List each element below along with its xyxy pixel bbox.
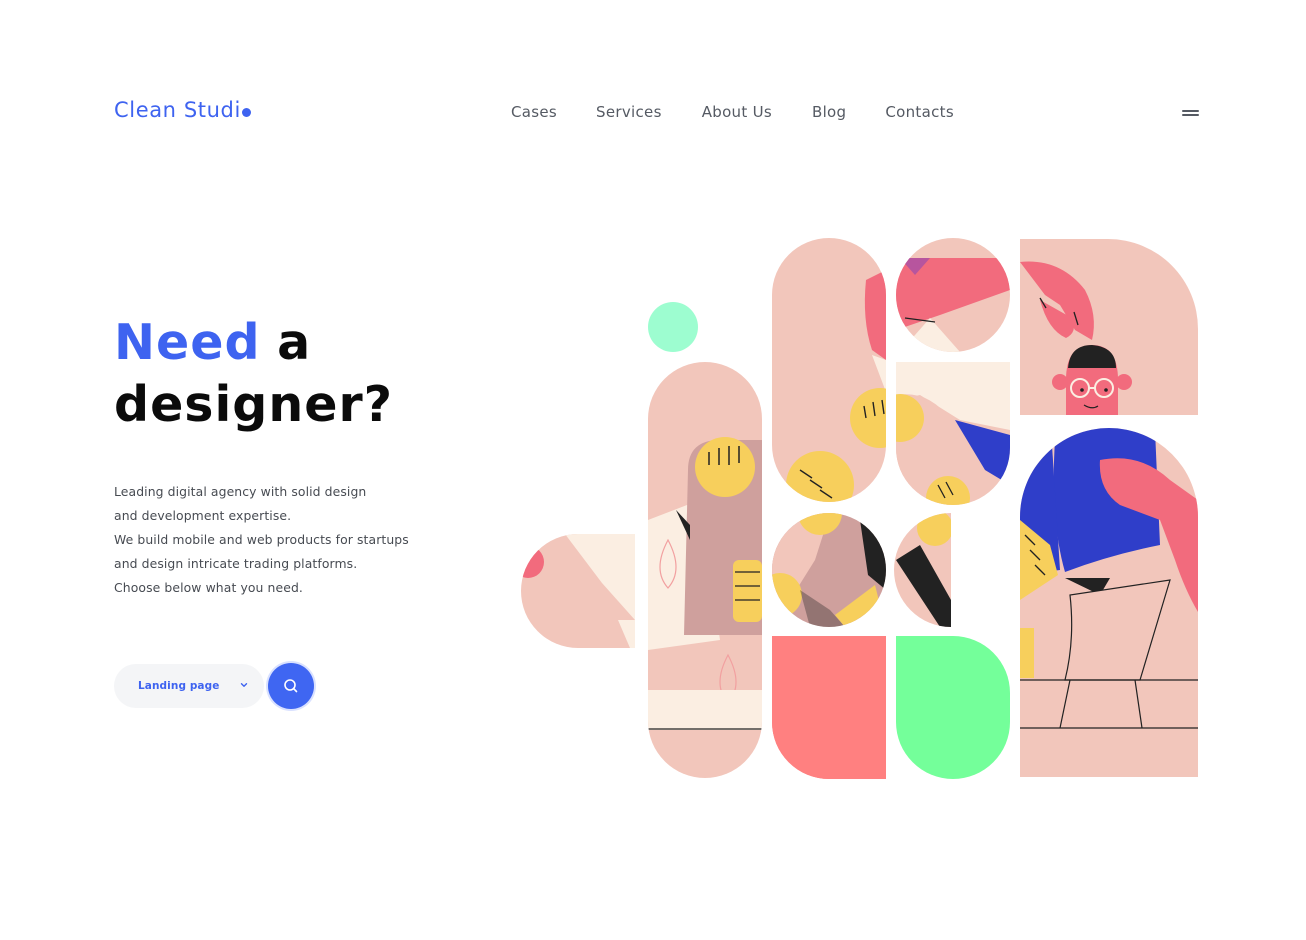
- headline-accent: Need: [114, 314, 261, 371]
- description-line: We build mobile and web products for sta…: [114, 532, 409, 547]
- service-select[interactable]: Landing page: [114, 664, 264, 708]
- search-icon: [284, 679, 298, 693]
- select-value: Landing page: [138, 680, 220, 692]
- nav-blog[interactable]: Blog: [812, 103, 846, 121]
- nav-cases[interactable]: Cases: [511, 103, 557, 121]
- nav-about-us[interactable]: About Us: [702, 103, 772, 121]
- description-line: Leading digital agency with solid design: [114, 484, 367, 499]
- nav-services[interactable]: Services: [596, 103, 662, 121]
- logo-text: Clean Studi: [114, 98, 241, 122]
- description-line: and development expertise.: [114, 508, 292, 523]
- hamburger-icon[interactable]: [1182, 108, 1199, 118]
- search-button[interactable]: [268, 663, 314, 709]
- headline-designer: designer?: [114, 376, 394, 433]
- hero-illustration: [521, 238, 1198, 779]
- description-line: and design intricate trading platforms.: [114, 556, 358, 571]
- hero-headline: Need a designer?: [114, 312, 393, 436]
- description-line: Choose below what you need.: [114, 580, 303, 595]
- logo-dot: [241, 108, 251, 117]
- nav-contacts[interactable]: Contacts: [885, 103, 954, 121]
- chevron-down-icon: [240, 683, 248, 687]
- logo[interactable]: Clean Studi: [114, 98, 251, 122]
- hero-description: Leading digital agency with solid design…: [114, 480, 444, 600]
- headline-word-a: a: [277, 314, 312, 371]
- main-nav: Cases Services About Us Blog Contacts: [511, 103, 954, 121]
